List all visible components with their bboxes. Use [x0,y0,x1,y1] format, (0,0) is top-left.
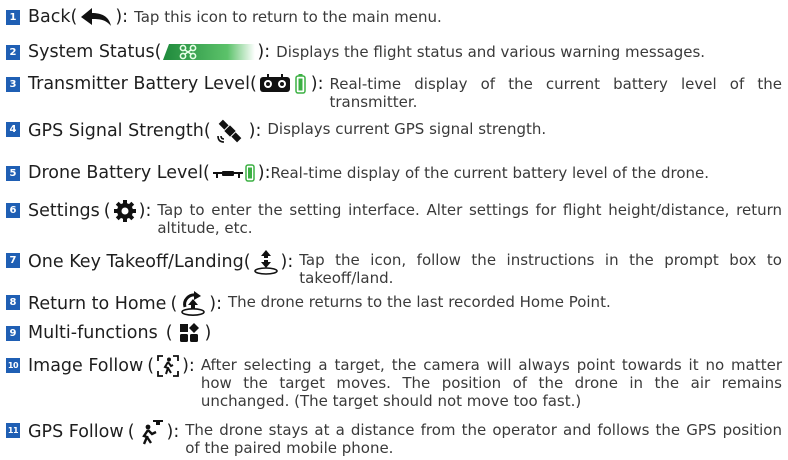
list-item-multi-functions: 9 Multi-functions ( ) [6,322,782,344]
item-title: Transmitter Battery Level [28,74,250,94]
item-title: Settings [28,201,100,221]
drone-battery-icon [212,163,256,183]
list-item-back: 1 Back ( ): Tap this icon to return to t… [6,6,782,28]
list-item-transmitter-battery: 3 Transmitter Battery Level ( ): Real-ti… [6,73,782,111]
item-description: Tap to enter the setting interface. Alte… [157,201,782,237]
return-home-icon [179,291,207,317]
item-description: Displays the flight status and various w… [276,43,706,61]
item-number: 1 [6,10,20,25]
transmitter-battery-icon [259,73,309,95]
item-title: System Status [28,42,155,62]
item-description: Real-time display of the current battery… [270,164,710,182]
item-title: GPS Signal Strength [28,121,204,141]
gps-follow-icon [137,419,165,445]
image-follow-icon [156,354,180,378]
list-item-settings: 6 Settings ( ): Tap to enter the setting… [6,199,782,237]
item-number: 4 [6,122,20,137]
item-title: Multi-functions [28,323,158,343]
item-number: 9 [6,326,20,341]
item-description: After selecting a target, the camera wil… [200,356,782,410]
item-description: Real-time display of the current battery… [329,75,783,111]
list-item-image-follow: 10 Image Follow ( ): After selecting a t… [6,354,782,410]
list-item-drone-battery: 5 Drone Battery Level ( ): Real-time dis… [6,162,782,184]
item-description: Tap the icon, follow the instructions in… [299,251,782,287]
takeoff-landing-icon [253,249,279,275]
status-bar-icon [163,43,256,61]
list-item-gps-follow: 11 GPS Follow ( ): The drone stays at a … [6,419,782,457]
item-description: The drone returns to the last recorded H… [228,293,611,311]
item-title: Return to Home [28,294,167,314]
item-number: 10 [6,358,20,373]
item-title: Back [28,7,71,27]
item-number: 6 [6,203,20,218]
item-description: Tap this icon to return to the main menu… [134,8,442,26]
satellite-icon [213,118,247,144]
item-number: 3 [6,77,20,92]
item-title: One Key Takeoff/Landing [28,252,244,272]
item-number: 5 [6,166,20,181]
list-item-takeoff-landing: 7 One Key Takeoff/Landing ( ): Tap the i… [6,249,782,287]
item-description: Displays current GPS signal strength. [267,120,547,138]
item-description: The drone stays at a distance from the o… [185,421,782,457]
item-title: Drone Battery Level [28,163,203,183]
list-item-gps-signal: 4 GPS Signal Strength ( ): Displays curr… [6,118,782,144]
list-item-system-status: 2 System Status ( ): Displays the flight… [6,41,782,63]
item-number: 11 [6,423,20,438]
back-arrow-icon [79,6,113,28]
item-number: 7 [6,253,20,268]
multi-functions-icon [179,323,199,343]
item-number: 2 [6,45,20,60]
item-title: GPS Follow [28,422,124,442]
gear-icon [113,199,137,223]
item-title: Image Follow [28,356,144,376]
item-number: 8 [6,295,20,310]
list-item-return-home: 8 Return to Home ( ): The drone returns … [6,291,782,317]
